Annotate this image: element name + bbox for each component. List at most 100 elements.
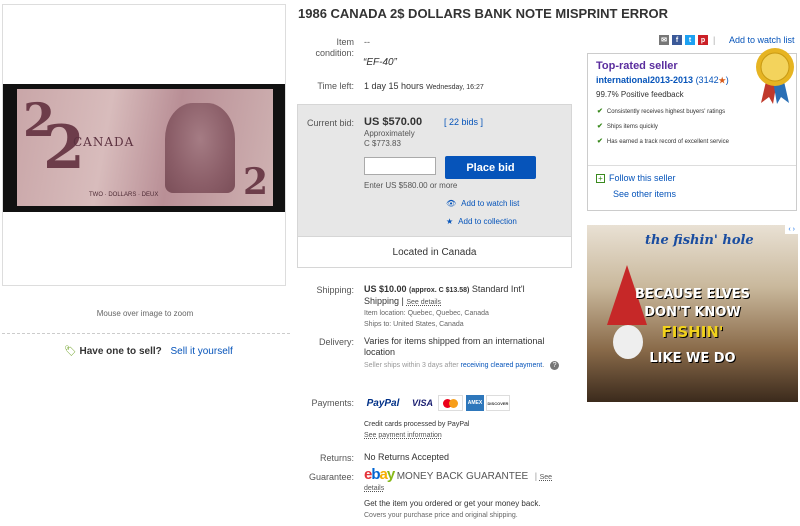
- guarantee-see-link[interactable]: See: [540, 474, 552, 481]
- ad-line-1: BECAUSE ELVES: [635, 287, 750, 302]
- mail-icon[interactable]: ✉: [659, 35, 669, 45]
- seller-check-2: ✔ Ships items quickly: [597, 123, 757, 131]
- discover-logo: DISCOVER: [486, 395, 510, 411]
- shipping-price: US $10.00: [364, 284, 407, 294]
- ad-nav-icon[interactable]: ‹ ›: [785, 225, 798, 234]
- ad-line-2: DON'T KNOW: [644, 305, 741, 320]
- denomination-bottom-right: 2: [243, 161, 269, 203]
- check-icon: ✔: [597, 123, 603, 130]
- time-left-end: Wednesday, 16:27: [426, 84, 484, 91]
- add-to-watch-list-link[interactable]: Add to watch list: [461, 199, 519, 208]
- delivery-label: Delivery:: [318, 337, 354, 347]
- credit-card-note: Credit cards processed by PayPal: [364, 421, 470, 428]
- twitter-icon[interactable]: t: [685, 35, 695, 45]
- see-payment-information-link[interactable]: See payment information: [364, 432, 442, 439]
- delivery-note-text: Seller ships within 3 days after: [364, 362, 459, 369]
- ad-line-3: FISHIN': [661, 323, 724, 341]
- guarantee-line-1: Get the item you ordered or get your mon…: [364, 499, 541, 508]
- sell-prompt: 🏷 Have one to sell? Sell it yourself: [64, 346, 233, 357]
- guarantee-label: Guarantee:: [308, 472, 354, 482]
- star-icon: ★: [718, 76, 726, 85]
- time-left-label: Time left:: [317, 81, 354, 91]
- bids-count-link[interactable]: [ 22 bids ]: [444, 117, 483, 127]
- approx-label: Approximately: [364, 129, 415, 138]
- cleared-payment-link[interactable]: receiving cleared payment: [461, 362, 543, 369]
- zoom-hint: Mouse over image to zoom: [96, 309, 194, 318]
- shipping-approx: (approx. C $13.58): [409, 287, 470, 294]
- star-icon: ★: [446, 217, 454, 226]
- seller-check-3-text: Has earned a track record of excellent s…: [606, 139, 729, 145]
- add-to-watch-list-action[interactable]: 👁 Add to watch list: [446, 199, 519, 208]
- sell-it-yourself-link[interactable]: Sell it yourself: [171, 346, 233, 357]
- condition-quote: “EF-40”: [363, 57, 397, 68]
- shipping-info: US $10.00 (approx. C $13.58) Standard In…: [364, 284, 525, 306]
- time-left-duration: 1 day 15 hours: [364, 81, 424, 91]
- paypal-logo: PayPal: [366, 397, 400, 409]
- item-location-banner: Located in Canada: [297, 236, 572, 268]
- banknote-image[interactable]: 2 2 2 CANADA TWO · DOLLARS · DEUX: [3, 84, 285, 212]
- positive-feedback: 99.7% Positive feedback: [596, 90, 684, 99]
- banknote-bottom-text: TWO · DOLLARS · DEUX: [89, 192, 159, 198]
- ad-banner[interactable]: the fishin' hole BECAUSE ELVES DON'T KNO…: [587, 225, 798, 402]
- guarantee-line-2: Covers your purchase price and original …: [364, 512, 518, 519]
- ebay-logo: ebay: [364, 466, 395, 483]
- pinterest-icon[interactable]: p: [698, 35, 708, 45]
- approx-price: Approximately C $773.83: [364, 129, 415, 149]
- time-left-value: 1 day 15 hours Wednesday, 16:27: [364, 81, 484, 91]
- ad-logo: the fishin' hole: [645, 233, 754, 248]
- banknote-portrait: [165, 103, 235, 193]
- delivery-note-end: .: [542, 362, 545, 369]
- add-to-collection-action[interactable]: ★ Add to collection: [446, 217, 517, 226]
- amex-logo: AMEX: [466, 395, 484, 411]
- returns-label: Returns:: [319, 453, 354, 463]
- seller-check-3: ✔ Has earned a track record of excellent …: [597, 138, 757, 146]
- sell-prompt-text: Have one to sell?: [79, 346, 162, 357]
- seller-check-2-text: Ships items quickly: [606, 124, 658, 130]
- seller-check-1-text: Consistently receives highest buyers' ra…: [606, 109, 726, 115]
- divider: [588, 165, 796, 166]
- check-icon: ✔: [597, 108, 603, 115]
- top-rated-medal-icon: [756, 48, 794, 104]
- shipping-label: Shipping:: [316, 285, 354, 295]
- bid-amount-input[interactable]: [364, 157, 436, 175]
- ad-line-4: LIKE WE DO: [649, 351, 736, 366]
- share-icons: ✉ f t p |: [659, 35, 715, 45]
- guarantee-details-link[interactable]: details: [364, 485, 384, 492]
- mastercard-orange-circle: [449, 398, 458, 408]
- mastercard-logo: [438, 395, 463, 411]
- enter-amount-hint: Enter US $580.00 or more: [364, 181, 458, 190]
- seller-check-1: ✔ Consistently receives highest buyers' r…: [597, 108, 757, 116]
- see-other-items-link[interactable]: See other items: [613, 189, 676, 199]
- delivery-note: Seller ships within 3 days after receivi…: [364, 360, 564, 372]
- follow-seller-link[interactable]: Follow this seller: [609, 173, 676, 183]
- place-bid-button[interactable]: Place bid: [445, 156, 536, 179]
- returns-value: No Returns Accepted: [364, 452, 450, 462]
- money-back-guarantee: MONEY BACK GUARANTEE: [396, 471, 529, 482]
- facebook-icon[interactable]: f: [672, 35, 682, 45]
- seller-name-link[interactable]: international2013-2013: [596, 75, 693, 85]
- plus-icon: +: [596, 174, 605, 183]
- help-icon[interactable]: ?: [550, 361, 560, 370]
- condition-value: --: [364, 37, 370, 47]
- approx-value: C $773.83: [364, 139, 401, 148]
- item-location: Item location: Quebec, Quebec, Canada: [364, 310, 489, 317]
- seller-score-link[interactable]: (3142: [696, 75, 719, 85]
- current-bid-label: Current bid:: [306, 118, 354, 128]
- add-to-watch-list-link-top[interactable]: Add to watch list: [729, 35, 795, 45]
- tag-icon: 🏷: [64, 346, 77, 357]
- add-to-collection-link[interactable]: Add to collection: [458, 217, 517, 226]
- page-title: 1986 CANADA 2$ DOLLARS BANK NOTE MISPRIN…: [298, 6, 669, 21]
- guarantee-row: ebay MONEY BACK GUARANTEE | See: [364, 466, 564, 483]
- seller-score-end: ): [725, 75, 729, 85]
- current-bid-amount: US $570.00: [364, 116, 423, 128]
- ships-to: Ships to: United States, Canada: [364, 321, 464, 328]
- top-rated-seller-badge: Top-rated seller: [596, 60, 678, 72]
- shipping-see-details-link[interactable]: See details: [406, 299, 441, 306]
- delivery-text: Varies for items shipped from an interna…: [364, 336, 545, 357]
- separator: |: [534, 471, 538, 481]
- check-icon: ✔: [597, 138, 603, 145]
- payments-label: Payments:: [311, 398, 354, 408]
- eye-icon: 👁: [446, 199, 457, 208]
- seller-info: international2013-2013 (3142★): [596, 75, 729, 85]
- follow-seller[interactable]: + Follow this seller: [596, 173, 676, 183]
